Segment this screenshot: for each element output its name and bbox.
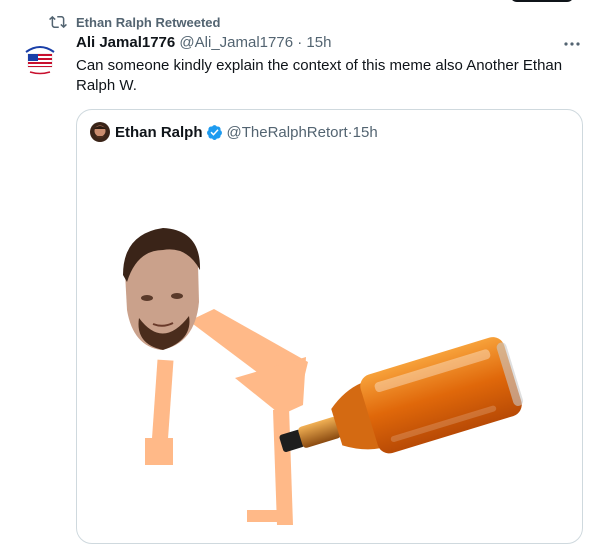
retweet-icon bbox=[49, 15, 67, 29]
quote-avatar[interactable] bbox=[90, 122, 110, 142]
quote-timestamp[interactable]: 15h bbox=[353, 124, 378, 141]
retweet-label: Ethan Ralph Retweeted bbox=[76, 14, 221, 30]
avatar-logo-icon bbox=[18, 38, 62, 82]
tweet-timestamp[interactable]: 15h bbox=[306, 34, 331, 51]
verified-badge-icon bbox=[206, 124, 222, 140]
author-handle[interactable]: @Ali_Jamal1776 bbox=[179, 34, 293, 51]
man-head-photo bbox=[123, 228, 201, 350]
tweet-text: Can someone kindly explain the context o… bbox=[76, 57, 563, 94]
quote-header: Ethan Ralph @TheRalphRetort · 15h bbox=[90, 122, 378, 142]
tweet-header: Ali Jamal1776 @Ali_Jamal1776 · 15h bbox=[76, 34, 331, 51]
more-options-icon[interactable] bbox=[560, 36, 584, 52]
bottle bbox=[279, 337, 524, 454]
previous-tweet-cutoff bbox=[0, 0, 616, 6]
avatar[interactable] bbox=[18, 38, 62, 82]
quote-avatar-photo-icon bbox=[90, 122, 110, 142]
quote-author-name[interactable]: Ethan Ralph bbox=[115, 124, 203, 141]
previous-tweet-button-edge bbox=[510, 0, 574, 2]
author-name[interactable]: Ali Jamal1776 bbox=[76, 34, 175, 51]
meme-image[interactable] bbox=[77, 150, 582, 543]
separator-dot: · bbox=[297, 34, 303, 51]
retweet-indicator[interactable]: Ethan Ralph Retweeted bbox=[48, 13, 220, 31]
quote-tweet-card[interactable]: Ethan Ralph @TheRalphRetort · 15h bbox=[76, 109, 583, 544]
quote-author-handle[interactable]: @TheRalphRetort bbox=[227, 124, 348, 141]
